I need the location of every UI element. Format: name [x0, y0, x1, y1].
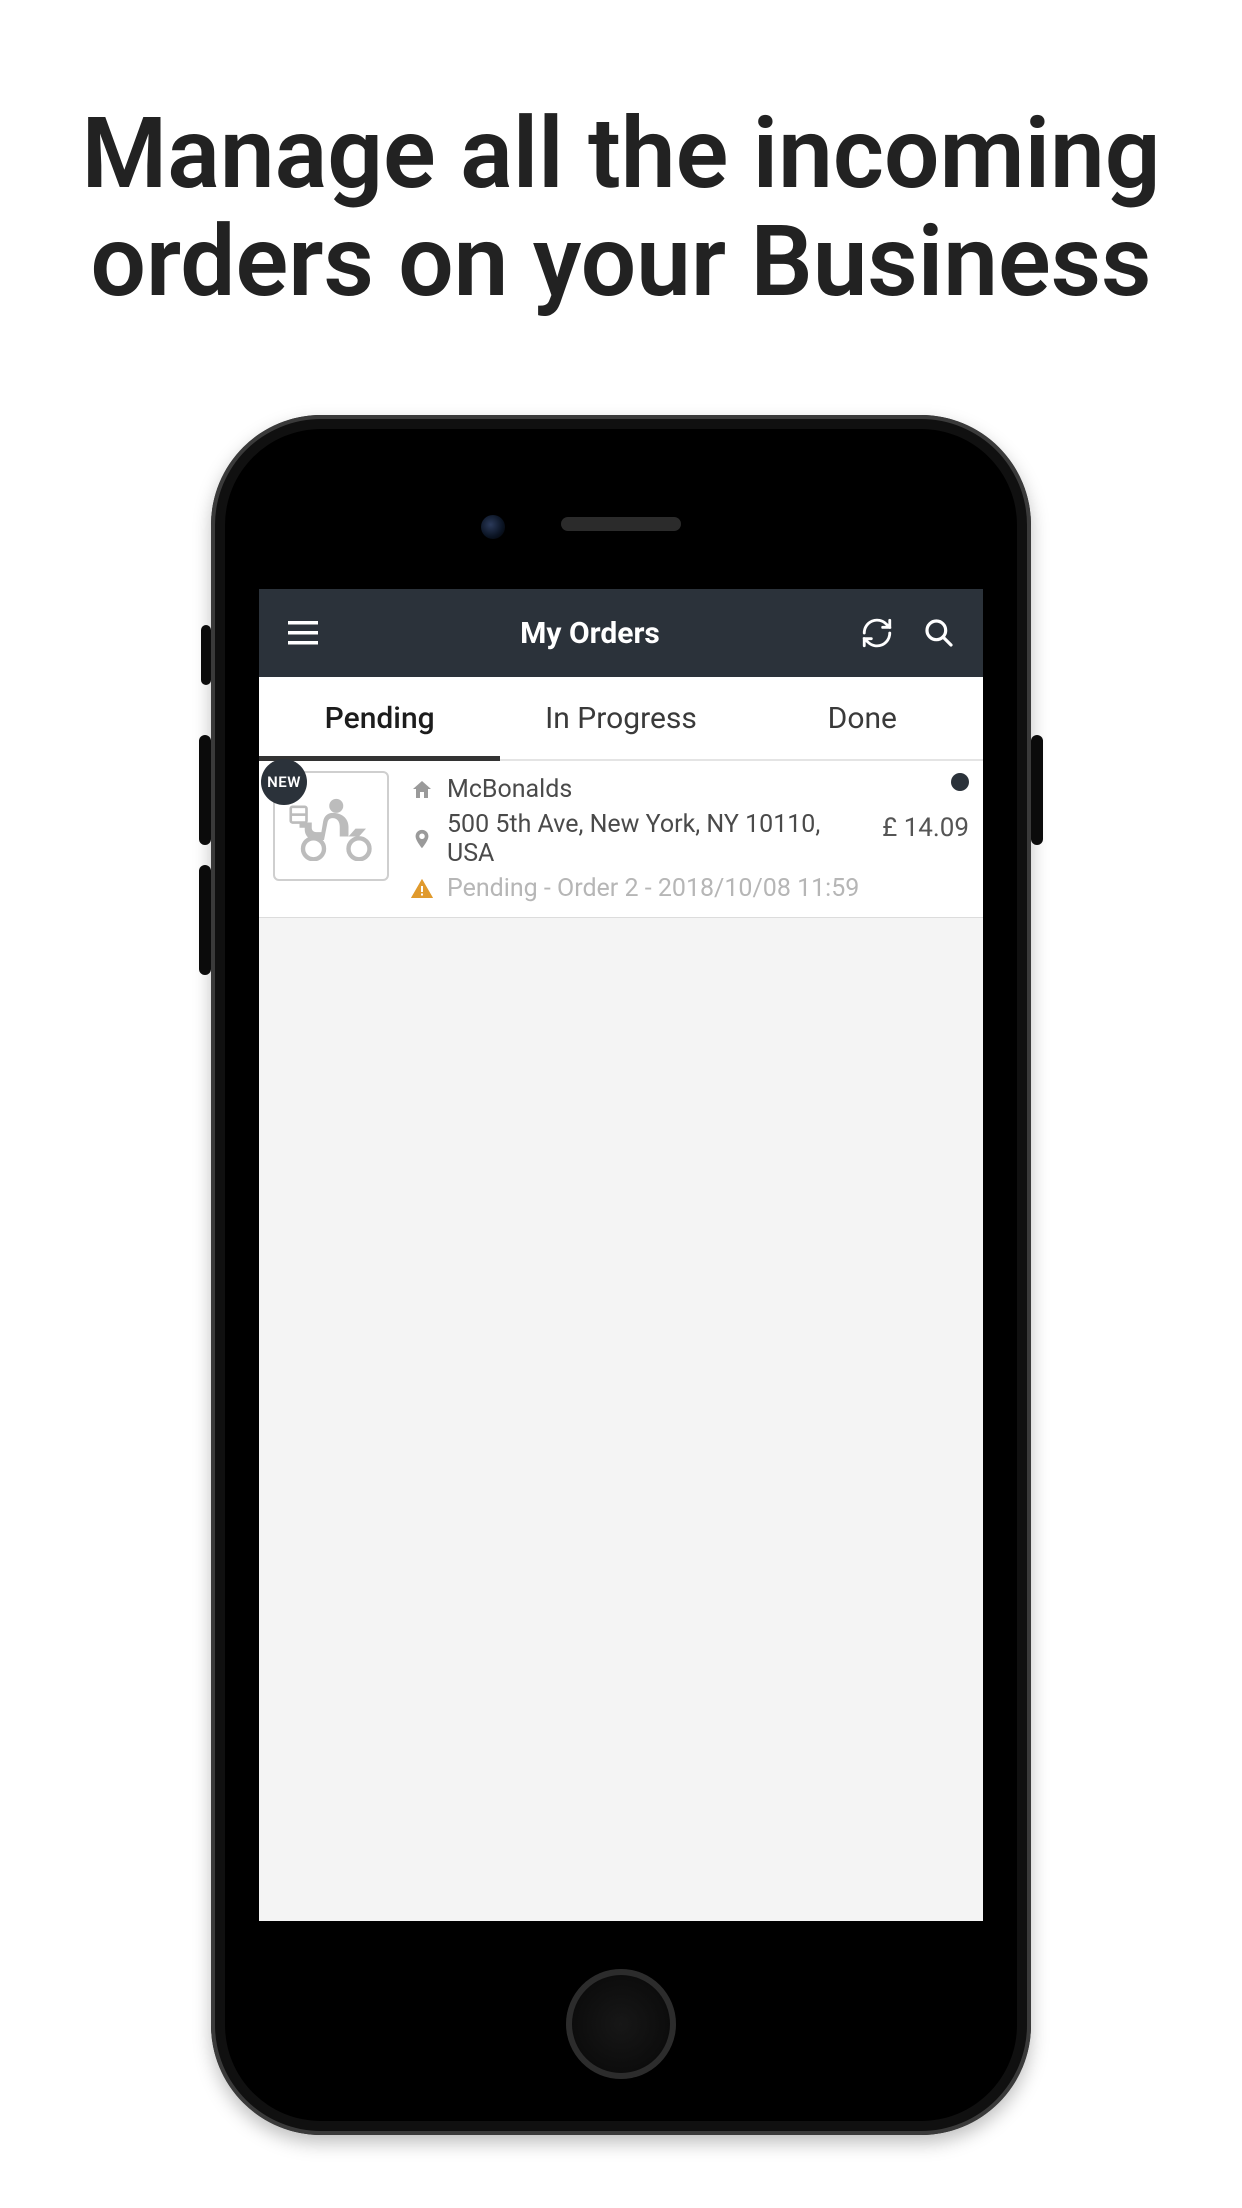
phone-speaker	[561, 517, 681, 531]
tab-label: In Progress	[545, 701, 697, 736]
tab-done[interactable]: Done	[742, 677, 983, 759]
order-status: Pending - Order 2 - 2018/10/08 11:59	[447, 874, 859, 903]
marketing-headline: Manage all the incoming orders on your B…	[0, 100, 1242, 316]
warning-icon	[409, 876, 435, 902]
merchant-row: McBonalds	[409, 775, 862, 804]
refresh-icon	[860, 616, 894, 650]
location-icon	[409, 826, 435, 852]
app-screen: My Orders	[259, 589, 983, 1921]
menu-button[interactable]	[281, 611, 325, 655]
status-row: Pending - Order 2 - 2018/10/08 11:59	[409, 874, 862, 903]
tab-bar: Pending In Progress Done	[259, 677, 983, 761]
hamburger-icon	[288, 621, 318, 645]
phone-frame: My Orders	[211, 415, 1031, 2135]
order-address: 500 5th Ave, New York, NY 10110, USA	[447, 810, 862, 868]
tab-label: Done	[828, 701, 897, 736]
orders-list: NEW	[259, 761, 983, 918]
phone-volume-up	[199, 735, 211, 845]
order-card[interactable]: NEW	[259, 761, 983, 918]
tab-in-progress[interactable]: In Progress	[500, 677, 741, 759]
home-icon	[409, 777, 435, 803]
app-bar: My Orders	[259, 589, 983, 677]
phone-volume-down	[199, 865, 211, 975]
address-row: 500 5th Ave, New York, NY 10110, USA	[409, 810, 862, 868]
tab-pending[interactable]: Pending	[259, 677, 500, 759]
search-button[interactable]	[917, 611, 961, 655]
search-icon	[923, 617, 955, 649]
scooter-icon	[287, 791, 375, 861]
phone-mute-switch	[201, 625, 211, 685]
phone-power-button	[1031, 735, 1043, 845]
phone-home-button	[566, 1969, 676, 2079]
page-title: My Orders	[343, 616, 837, 651]
refresh-button[interactable]	[855, 611, 899, 655]
new-badge: NEW	[261, 759, 307, 805]
tab-label: Pending	[325, 701, 435, 736]
order-info: McBonalds 500 5th Ave, New York, NY 1011…	[409, 771, 862, 903]
unread-indicator	[951, 773, 969, 791]
order-price: £ 14.09	[882, 813, 969, 843]
order-thumbnail: NEW	[273, 771, 389, 881]
order-right: £ 14.09	[882, 771, 969, 843]
phone-bezel: My Orders	[225, 429, 1017, 2121]
phone-camera	[481, 515, 505, 539]
merchant-name: McBonalds	[447, 775, 572, 804]
